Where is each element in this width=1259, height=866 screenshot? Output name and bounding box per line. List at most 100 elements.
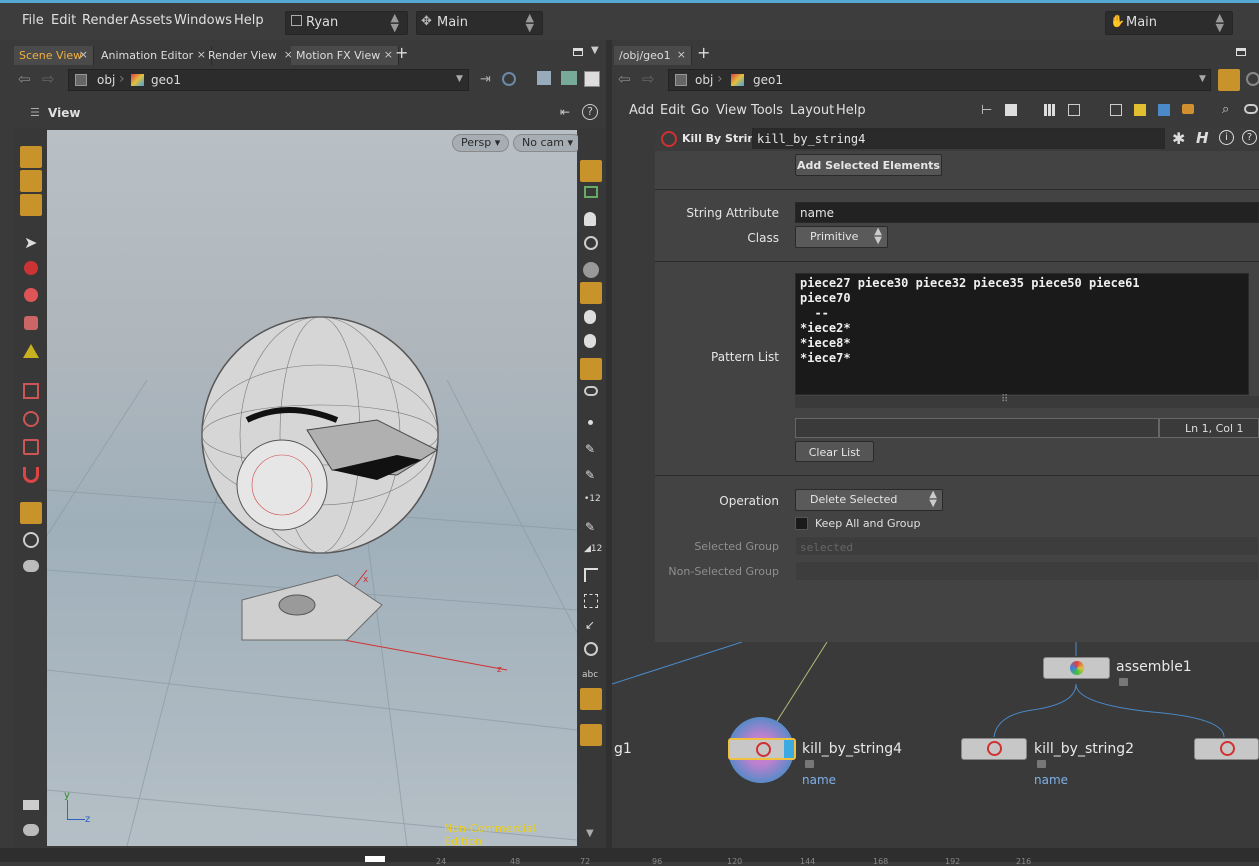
background-image-button[interactable] (580, 688, 602, 710)
snapshot-icon[interactable] (584, 71, 600, 87)
display-options-button[interactable] (580, 160, 602, 182)
menu-edit[interactable]: Edit (51, 13, 76, 28)
magnet-icon[interactable] (23, 467, 39, 483)
network-view[interactable]: assemble1 kill_by_string4 name kill_by_s… (612, 642, 1259, 848)
path-field[interactable]: obj › geo1 ▼ (68, 69, 469, 91)
node-label[interactable]: assemble1 (1116, 659, 1192, 675)
display-icon[interactable] (561, 71, 577, 85)
sticky-note-icon[interactable] (1134, 104, 1146, 116)
ghost-icon[interactable] (584, 186, 598, 198)
sphere-icon[interactable] (583, 262, 599, 278)
add-selected-elements-button[interactable]: Add Selected Elements (795, 154, 942, 176)
path-node[interactable]: geo1 (151, 73, 181, 87)
help-icon[interactable]: ? (582, 104, 598, 120)
snap-button[interactable] (20, 502, 42, 524)
desktop-selector[interactable]: Ryan ▲ ▼ (285, 11, 408, 35)
point-number-icon[interactable]: •12 (584, 494, 601, 504)
point-icon[interactable] (588, 420, 593, 425)
pen2-icon[interactable]: ✎ (585, 468, 595, 482)
tab-motion-fx-view[interactable]: Motion FX View × (291, 46, 399, 65)
menu-tools[interactable]: Tools (751, 103, 783, 118)
render-icon[interactable] (23, 824, 39, 836)
bbox-icon[interactable] (584, 594, 598, 608)
view-title[interactable]: View (48, 106, 80, 120)
viewport-3d[interactable]: z x y z Non-Commercial Edition (47, 130, 577, 848)
context-selector[interactable]: ✥ Main ▲ ▼ (416, 11, 543, 35)
network-box-icon[interactable] (1182, 104, 1194, 114)
help-icon[interactable]: ? (1242, 130, 1257, 145)
gear-icon[interactable]: ✱ (1172, 129, 1185, 148)
menu-help[interactable]: Help (836, 103, 866, 118)
info-icon[interactable]: i (1219, 130, 1234, 145)
paint-mode-button[interactable] (20, 194, 42, 216)
path-root[interactable]: obj (97, 73, 115, 87)
forward-icon[interactable]: ⇨ (642, 70, 655, 88)
node-kill-by-string4[interactable] (728, 738, 796, 760)
menu-assets[interactable]: Assets (130, 13, 172, 28)
close-icon[interactable]: × (677, 48, 686, 61)
select-icon[interactable] (24, 261, 38, 275)
menu-render[interactable]: Render (82, 13, 128, 28)
prim-number-icon[interactable]: ◢12 (584, 544, 602, 554)
class-dropdown[interactable]: Primitive ▲ ▼ (795, 226, 888, 248)
eye-icon[interactable] (584, 386, 598, 396)
rotate-icon[interactable] (24, 316, 38, 330)
camera-menu-button[interactable]: No cam ▾ (513, 134, 582, 152)
eye-icon[interactable] (1244, 104, 1258, 114)
lighting-button[interactable] (580, 282, 602, 304)
menu-help[interactable]: Help (234, 13, 264, 28)
close-circle-icon[interactable] (584, 236, 598, 250)
grid-icon[interactable] (1044, 104, 1056, 116)
menu-layout[interactable]: Layout (790, 103, 834, 118)
align-icon[interactable]: ⇤ (560, 105, 570, 119)
tab-obj-geo1[interactable]: /obj/geo1 × (614, 46, 692, 65)
grip-icon[interactable]: ⠿ (1001, 394, 1008, 405)
view-menu-icon[interactable]: ☰ (30, 106, 40, 119)
tab-animation-editor[interactable]: Animation Editor × (96, 46, 212, 65)
vector-icon[interactable]: ↙ (585, 618, 595, 632)
brush-icon[interactable] (23, 439, 39, 455)
corner-icon[interactable] (584, 568, 598, 582)
node-assemble1[interactable] (1043, 657, 1110, 679)
node-label[interactable]: kill_by_string4 (802, 741, 902, 757)
edit-mode-button[interactable] (20, 170, 42, 192)
tab-render-view[interactable]: Render View × (203, 46, 299, 65)
text-icon[interactable]: abc (582, 670, 598, 680)
select-mode-button[interactable] (20, 146, 42, 168)
refresh-icon[interactable] (1246, 72, 1259, 86)
back-icon[interactable]: ⇦ (618, 70, 631, 88)
editor-scrollbar[interactable]: ⠿ (795, 394, 1259, 408)
display-flag-icon[interactable] (784, 740, 794, 758)
clear-list-button[interactable]: Clear List (795, 441, 874, 462)
pane-icon[interactable] (1236, 48, 1246, 56)
node-kill-by-string-partial[interactable] (1194, 738, 1259, 760)
node-label[interactable]: kill_by_string2 (1034, 741, 1134, 757)
add-tab-icon[interactable]: + (697, 43, 710, 62)
tab-scene-view[interactable]: Scene View × (14, 46, 94, 65)
arrow-select-icon[interactable]: ➤ (24, 233, 37, 252)
close-icon[interactable]: × (384, 48, 393, 61)
path-field[interactable]: obj › geo1 ▼ (668, 69, 1211, 91)
node-kill-by-string2[interactable] (961, 738, 1027, 760)
menu-go[interactable]: Go (691, 103, 709, 118)
path-node[interactable]: geo1 (753, 73, 783, 87)
camera-icon[interactable] (23, 560, 39, 572)
path-root[interactable]: obj (695, 73, 713, 87)
scroll-down-icon[interactable]: ▼ (586, 828, 594, 839)
forward-icon[interactable]: ⇨ (42, 70, 55, 88)
tree-icon[interactable]: ⊢ (981, 103, 992, 118)
normal-icon[interactable]: ✎ (585, 520, 595, 534)
skull-icon[interactable] (584, 310, 596, 324)
non-selected-group-field[interactable] (795, 561, 1259, 581)
shading-button[interactable] (580, 358, 602, 380)
pane-splitter[interactable] (606, 40, 612, 848)
keep-all-checkbox[interactable] (795, 517, 808, 530)
back-icon[interactable]: ⇦ (18, 70, 31, 88)
grid2-icon[interactable] (1068, 104, 1080, 116)
pin-icon[interactable]: ⇥ (480, 72, 491, 87)
menu-add[interactable]: Add (629, 103, 654, 118)
dropdown-icon[interactable]: ▼ (456, 74, 463, 84)
node-name-field[interactable]: kill_by_string4 (752, 128, 1165, 149)
table-icon[interactable] (1110, 104, 1122, 116)
menu-file[interactable]: File (22, 13, 44, 28)
